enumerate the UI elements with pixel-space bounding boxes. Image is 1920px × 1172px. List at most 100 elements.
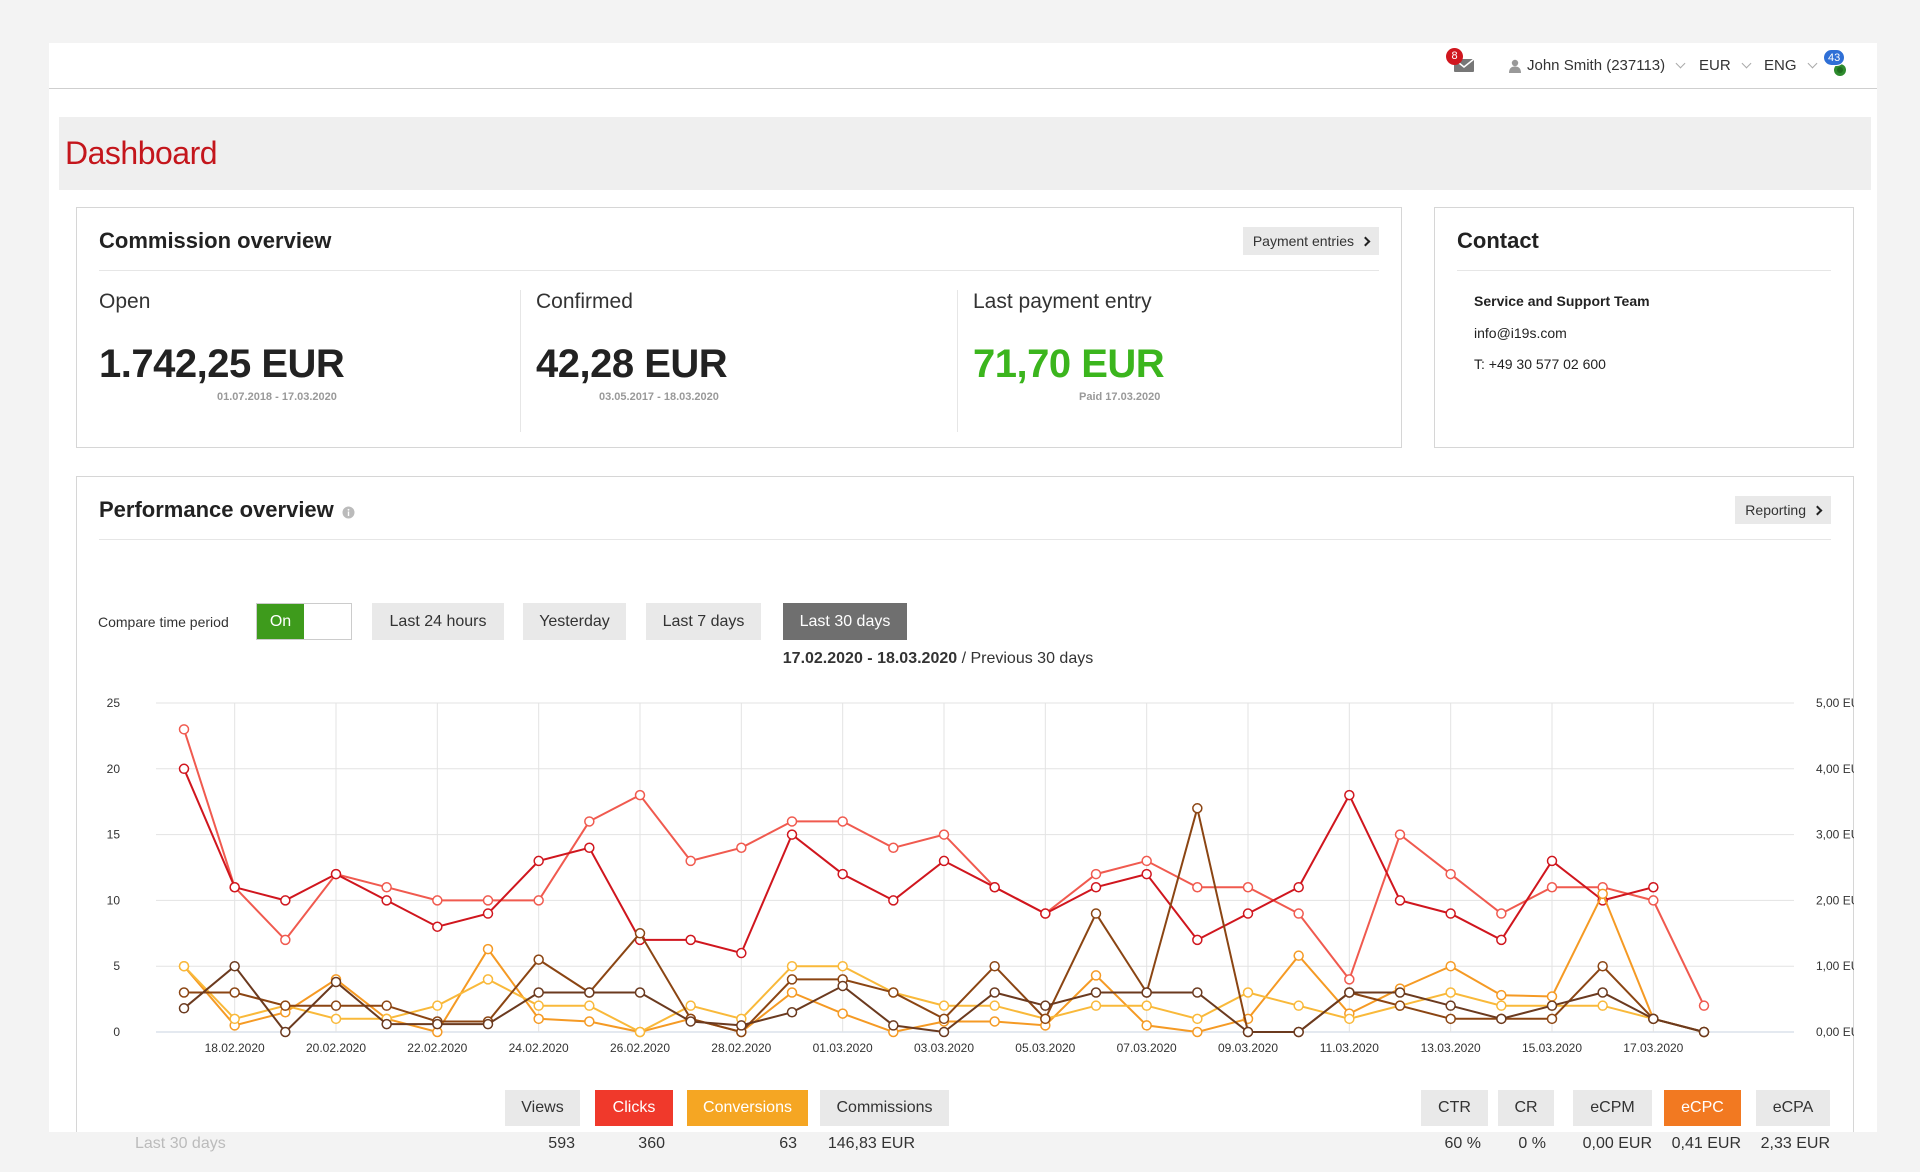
- x-tick-label: 15.03.2020: [1522, 1041, 1582, 1055]
- metric-cr-value: 0 %: [1518, 1135, 1546, 1152]
- page-title-bar: Dashboard: [59, 117, 1871, 190]
- data-point: [1293, 881, 1304, 893]
- payment-entries-button[interactable]: Payment entries: [1242, 227, 1379, 255]
- metric-cr-tab[interactable]: CR: [1498, 1090, 1554, 1126]
- data-point: [1293, 908, 1304, 919]
- x-tick-label: 22.02.2020: [407, 1041, 467, 1055]
- data-point: [533, 954, 544, 965]
- range-last-30-days[interactable]: Last 30 days: [783, 603, 907, 640]
- metric-views-tab[interactable]: Views: [505, 1090, 580, 1126]
- data-point: [432, 921, 443, 932]
- data-point: [736, 1020, 747, 1031]
- metric-ecpc-value: 0,41 EUR: [1671, 1135, 1741, 1152]
- metric-conversions-tab[interactable]: Conversions: [687, 1090, 808, 1126]
- confirmed-label: Confirmed: [536, 290, 633, 313]
- data-point: [837, 868, 848, 880]
- confirmed-value: 42,28 EUR: [536, 342, 728, 386]
- metric-commissions-tab[interactable]: Commissions: [820, 1090, 949, 1126]
- data-point: [786, 987, 798, 998]
- user-menu[interactable]: John Smith (237113): [1509, 57, 1686, 74]
- data-point: [888, 987, 899, 998]
- chevron-down-icon: [1741, 58, 1752, 69]
- last-payment-period: Paid 17.03.2020: [1079, 391, 1161, 403]
- data-point: [1496, 1000, 1507, 1011]
- data-point: [1546, 1013, 1558, 1025]
- open-value: 1.742,25 EUR: [99, 342, 345, 386]
- mail-count-badge: 8: [1446, 48, 1463, 65]
- metric-ecpa-tab[interactable]: eCPA: [1756, 1090, 1830, 1126]
- info-icon[interactable]: [342, 506, 355, 519]
- data-point: [1090, 1000, 1102, 1011]
- data-point: [1597, 960, 1608, 972]
- data-point: [178, 960, 190, 972]
- data-point: [533, 1000, 544, 1011]
- range-last-24-hours[interactable]: Last 24 hours: [372, 603, 504, 640]
- data-point: [786, 1007, 798, 1018]
- compare-label: Compare time period: [98, 614, 229, 630]
- y-tick-label: 20: [107, 762, 121, 776]
- data-point: [1090, 970, 1102, 981]
- x-tick-label: 13.03.2020: [1421, 1041, 1481, 1055]
- data-point: [634, 789, 646, 801]
- performance-chart: 0 0,00 EUR 5 1,00 EUR 10 2,00 EUR 15 3,00 EUR 20…: [107, 696, 1854, 1055]
- metric-clicks-value: 360: [638, 1135, 665, 1152]
- y2-tick-label: 0,00 EUR: [1816, 1025, 1854, 1039]
- data-point: [989, 1000, 1000, 1011]
- metric-ecpc-tab[interactable]: eCPC: [1664, 1090, 1741, 1126]
- x-tick-label: 18.02.2020: [205, 1041, 265, 1055]
- data-point: [1445, 987, 1456, 998]
- range-yesterday[interactable]: Yesterday: [523, 603, 626, 640]
- toggle-on-label: On: [257, 604, 304, 639]
- data-point: [1445, 1013, 1456, 1025]
- data-point: [584, 1000, 595, 1011]
- data-point: [1445, 960, 1456, 972]
- data-point: [786, 960, 798, 972]
- x-tick-label: 05.03.2020: [1015, 1041, 1075, 1055]
- data-point: [229, 881, 240, 893]
- data-point: [1141, 1020, 1152, 1031]
- y-tick-label: 0: [113, 1025, 120, 1039]
- data-point: [330, 868, 342, 880]
- chevron-right-icon: [1812, 505, 1823, 515]
- currency-select[interactable]: EUR: [1699, 57, 1752, 74]
- y2-tick-label: 1,00 EUR: [1816, 959, 1854, 973]
- y-tick-label: 5: [113, 959, 120, 973]
- data-point: [1192, 1013, 1203, 1025]
- data-point: [1192, 987, 1203, 998]
- data-point: [533, 855, 544, 867]
- x-tick-label: 07.03.2020: [1117, 1041, 1177, 1055]
- data-point: [280, 895, 291, 906]
- metric-views-value: 593: [548, 1135, 575, 1152]
- data-point: [837, 980, 848, 992]
- data-point: [229, 960, 240, 972]
- data-point: [1040, 1000, 1051, 1011]
- data-point: [178, 1003, 190, 1014]
- data-point: [1546, 855, 1558, 867]
- metric-ecpm-tab[interactable]: eCPM: [1573, 1090, 1652, 1126]
- x-tick-label: 20.02.2020: [306, 1041, 366, 1055]
- reporting-button[interactable]: Reporting: [1735, 496, 1831, 524]
- x-tick-label: 11.03.2020: [1320, 1041, 1379, 1055]
- data-point: [1546, 1000, 1558, 1011]
- data-point: [229, 1013, 240, 1025]
- performance-title-row: Performance overview: [99, 497, 355, 523]
- app-window: 8 John Smith (237113) EUR ENG 43 Dashboa…: [49, 43, 1877, 1152]
- compare-toggle[interactable]: On: [256, 603, 352, 640]
- y2-tick-label: 2,00 EUR: [1816, 893, 1854, 907]
- x-tick-label: 09.03.2020: [1218, 1041, 1278, 1055]
- data-point: [1344, 1013, 1355, 1025]
- range-last-7-days[interactable]: Last 7 days: [646, 603, 761, 640]
- contact-email[interactable]: info@i19s.com: [1474, 325, 1567, 341]
- data-point: [938, 855, 950, 867]
- divider: [957, 290, 958, 432]
- data-point: [584, 842, 595, 854]
- data-point: [1242, 881, 1254, 893]
- divider: [99, 270, 1379, 271]
- language-select[interactable]: ENG: [1764, 57, 1817, 74]
- data-point: [178, 987, 190, 998]
- metric-ctr-tab[interactable]: CTR: [1421, 1090, 1488, 1126]
- data-point: [1394, 829, 1406, 840]
- user-name: John Smith (237113): [1527, 57, 1666, 74]
- metric-clicks-tab[interactable]: Clicks: [595, 1090, 673, 1126]
- data-point: [1141, 868, 1152, 880]
